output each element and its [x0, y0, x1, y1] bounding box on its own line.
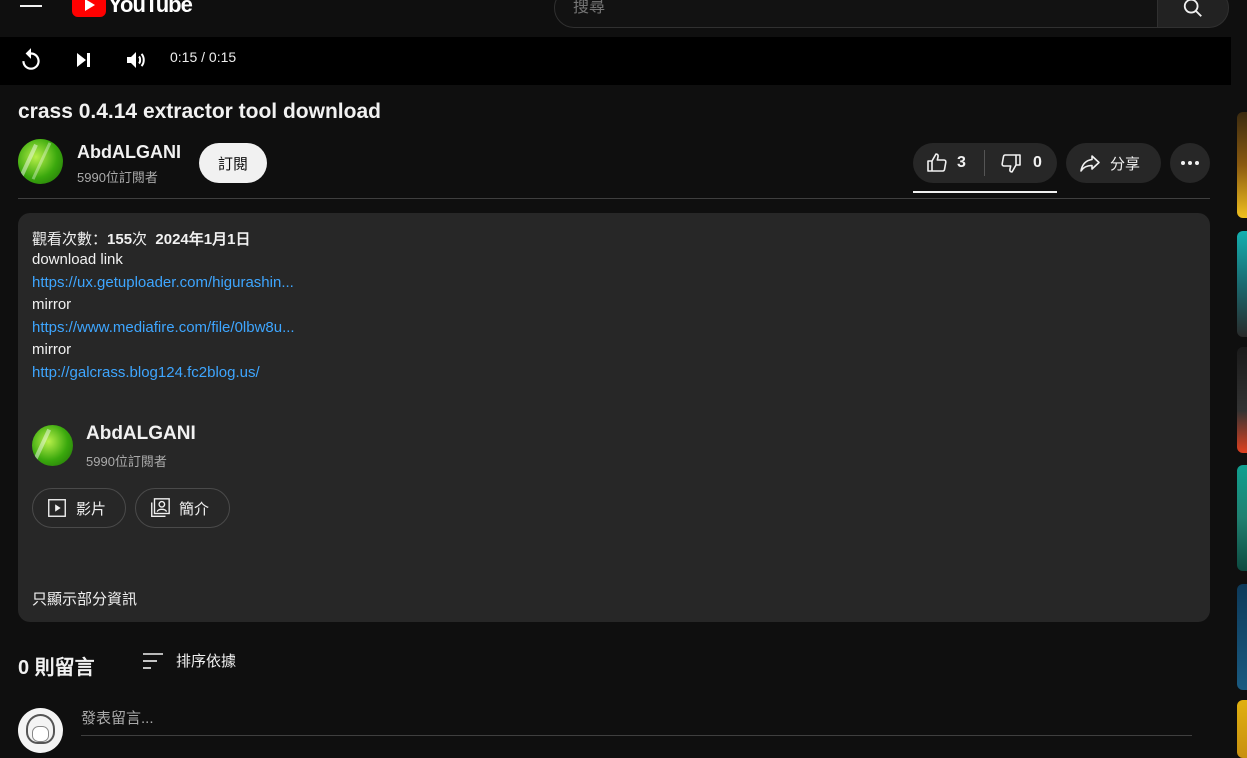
description-text: mirror — [32, 341, 72, 358]
description-panel[interactable]: 觀看次數：155次 2024年1月1日 download link https:… — [18, 213, 1210, 622]
more-horizontal-icon — [1181, 161, 1199, 165]
about-button[interactable]: 簡介 — [135, 488, 230, 528]
channel-avatar[interactable] — [18, 139, 63, 184]
views-unit: 次 — [132, 231, 148, 248]
volume-button[interactable] — [121, 45, 151, 75]
skip-next-icon — [77, 53, 90, 67]
videos-button[interactable]: 影片 — [32, 488, 126, 528]
like-active-indicator — [913, 191, 1057, 193]
player-controls: 0:15 / 0:15 — [0, 37, 1231, 85]
dislike-button[interactable]: 0 — [993, 143, 1057, 183]
more-actions-button[interactable] — [1170, 143, 1210, 183]
like-dislike-group: 3 0 — [913, 143, 1057, 183]
youtube-play-icon — [72, 0, 106, 17]
like-count: 3 — [957, 154, 966, 171]
recommended-thumbnail[interactable] — [1237, 584, 1247, 690]
video-title: crass 0.4.14 extractor tool download — [18, 100, 381, 123]
profile-icon — [151, 498, 170, 517]
share-label: 分享 — [1110, 155, 1141, 173]
search-icon — [1183, 0, 1202, 17]
channel-name[interactable]: AbdALGANI — [77, 142, 181, 163]
volume-icon — [127, 52, 145, 68]
youtube-logo[interactable]: YouTube — [72, 0, 193, 18]
views-count: 155 — [107, 231, 133, 248]
masthead: YouTube — [0, 0, 1247, 37]
views-label: 觀看次數： — [32, 231, 108, 248]
time-display: 0:15 / 0:15 — [170, 49, 237, 65]
description-link[interactable]: https://ux.getuploader.com/higurashin... — [32, 274, 294, 291]
replay-button[interactable] — [16, 45, 46, 75]
recommended-thumbnail[interactable] — [1237, 112, 1247, 218]
description-text: download link — [32, 251, 123, 268]
next-button[interactable] — [68, 45, 98, 75]
user-avatar[interactable] — [18, 708, 63, 753]
recommended-thumbnail[interactable] — [1237, 465, 1247, 571]
video-icon — [48, 499, 66, 517]
logo-wordmark: YouTube — [108, 0, 193, 17]
sort-icon — [143, 652, 163, 669]
thumbs-up-icon — [927, 153, 947, 172]
sort-button[interactable]: 排序依據 — [142, 650, 236, 671]
description-link[interactable]: http://galcrass.blog124.fc2blog.us/ — [32, 364, 260, 381]
recommended-thumbnail[interactable] — [1237, 347, 1247, 453]
dislike-count: 0 — [1033, 154, 1042, 171]
subscriber-count: 5990位訂閱者 — [77, 170, 158, 185]
replay-icon — [22, 48, 40, 70]
search-box — [554, 0, 1158, 28]
share-button[interactable]: 分享 — [1066, 143, 1161, 183]
divider — [18, 198, 1210, 199]
description-channel-name[interactable]: AbdALGANI — [86, 423, 196, 445]
scroll-strip — [1231, 37, 1247, 85]
recommended-thumbnail[interactable] — [1237, 231, 1247, 337]
description-channel-avatar[interactable] — [32, 425, 73, 466]
avatar-face — [32, 726, 49, 742]
share-icon — [1080, 155, 1100, 172]
description-text: mirror — [32, 296, 72, 313]
description-subscriber-count: 5990位訂閱者 — [86, 454, 167, 469]
show-less-button[interactable]: 只顯示部分資訊 — [32, 588, 137, 609]
thumbs-down-icon — [1001, 154, 1021, 173]
recommended-thumbnail[interactable] — [1237, 700, 1247, 758]
menu-icon[interactable] — [20, 0, 42, 16]
subscribe-button[interactable]: 訂閱 — [199, 143, 267, 183]
description-link[interactable]: https://www.mediafire.com/file/0lbw8u... — [32, 319, 295, 336]
comment-box — [81, 706, 1192, 736]
videos-label: 影片 — [76, 500, 107, 518]
like-button[interactable]: 3 — [913, 143, 985, 183]
sort-label: 排序依據 — [176, 653, 237, 670]
view-info: 觀看次數：155次 2024年1月1日 — [32, 228, 250, 249]
comment-input[interactable] — [81, 706, 1192, 727]
comments-count: 0 則留言 — [18, 657, 95, 679]
upload-date: 2024年1月1日 — [155, 231, 251, 248]
about-label: 簡介 — [179, 500, 210, 518]
search-button[interactable] — [1157, 0, 1229, 28]
search-input[interactable] — [573, 0, 1157, 27]
like-divider — [984, 150, 985, 176]
